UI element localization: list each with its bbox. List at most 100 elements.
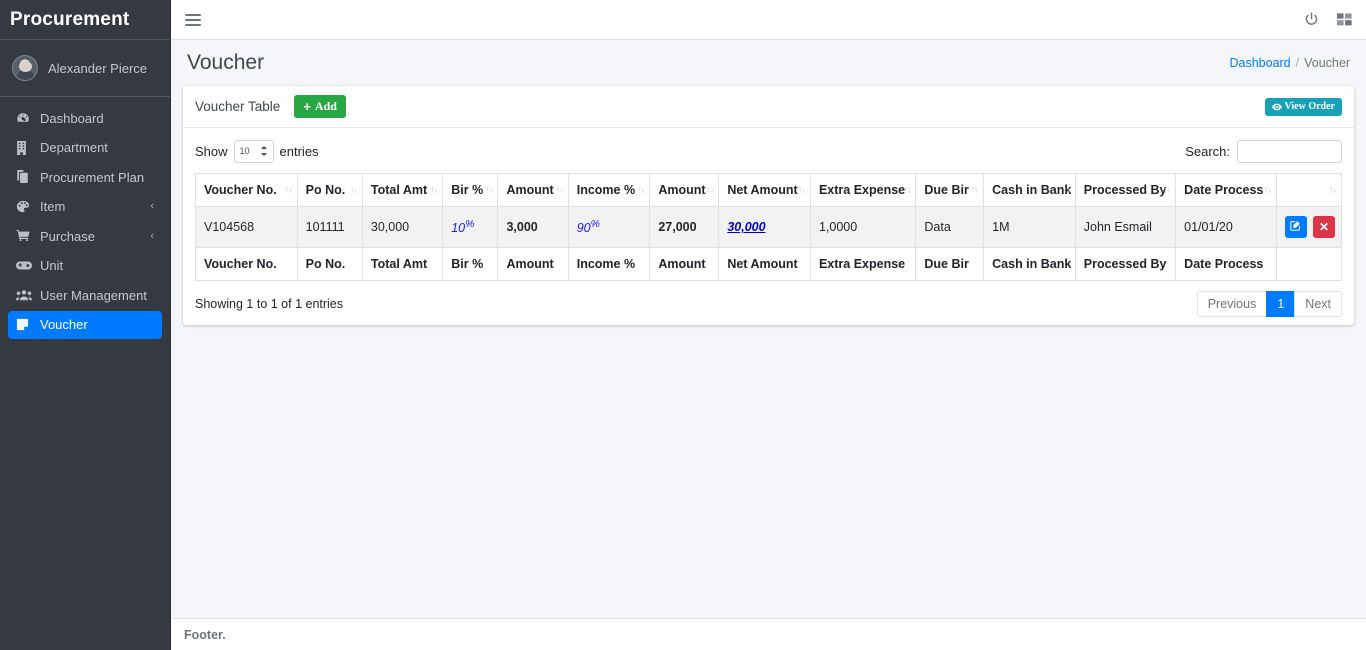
sidebar-nav: Dashboard Department Procurement Plan It… xyxy=(0,97,170,339)
net-amount-value: 30,000 xyxy=(727,220,766,235)
sort-icon: ↑↓ xyxy=(1163,184,1171,195)
col-header-income-pct[interactable]: Income % ↑↓ xyxy=(567,173,651,208)
col-header-total-amt[interactable]: Total Amt ↑↓ xyxy=(361,173,444,208)
edit-button[interactable] xyxy=(1284,216,1307,239)
col-label: Cash in Bank xyxy=(992,183,1072,198)
sticky-note-icon xyxy=(16,318,35,332)
foot-extra-expense: Extra Expense xyxy=(809,247,917,282)
add-button[interactable]: + Add xyxy=(294,95,346,119)
sort-icon: ↑↓ xyxy=(797,184,806,195)
bir-pct-sup: % xyxy=(465,219,475,231)
palette-icon xyxy=(16,200,35,214)
sort-icon: ↑↓ xyxy=(349,184,358,195)
add-button-label: Add xyxy=(314,99,337,114)
col-header-bir-pct[interactable]: Bir % ↑↓ xyxy=(442,173,499,208)
col-header-due-bir[interactable]: Due Bir ↑↓ xyxy=(915,173,985,208)
table-row[interactable]: V104568 101111 30,000 10% 3,000 90% 27,0… xyxy=(195,206,1343,249)
sidebar-item-purchase[interactable]: Purchase ‹ xyxy=(8,222,162,250)
search-control: Search: xyxy=(1185,139,1342,163)
datatable-info: Showing 1 to 1 of 1 entries xyxy=(195,297,344,312)
cell-voucher-no: V104568 xyxy=(195,206,298,249)
page-length-select-wrap: 10 25 50 100 xyxy=(233,139,274,163)
layers-icon xyxy=(16,170,35,184)
footer-text: Footer. xyxy=(184,627,226,642)
voucher-card: Voucher Table + Add View Order Show 10 e… xyxy=(183,86,1354,326)
close-x-icon: ✕ xyxy=(1319,219,1330,234)
col-label: Extra Expense xyxy=(818,183,906,198)
sort-icon: ↑↓ xyxy=(555,184,564,195)
cell-amount-2: 27,000 xyxy=(649,206,720,249)
hamburger-icon[interactable] xyxy=(183,10,203,30)
col-header-extra-expense[interactable]: Extra Expense ↑↓ xyxy=(809,173,917,208)
length-control: Show 10 25 50 100 entries xyxy=(195,139,319,163)
col-header-cash-in-bank[interactable]: Cash in Bank ↑↓ xyxy=(983,173,1076,208)
chevron-left-icon: ‹ xyxy=(150,200,154,212)
breadcrumb: Dashboard / Voucher xyxy=(1229,56,1350,70)
sidebar-item-voucher[interactable]: Voucher xyxy=(8,310,162,339)
sidebar-item-procurement-plan[interactable]: Procurement Plan xyxy=(8,163,162,191)
pagination-previous[interactable]: Previous xyxy=(1196,291,1268,318)
col-header-po-no[interactable]: Po No. ↑↓ xyxy=(296,173,363,208)
foot-voucher-no: Voucher No. xyxy=(195,247,298,282)
tachometer-icon xyxy=(16,111,35,125)
foot-amount: Amount xyxy=(497,247,569,282)
col-header-voucher-no[interactable]: Voucher No. ↑↓ xyxy=(195,173,298,208)
building-icon xyxy=(16,140,35,155)
sort-icon: ↑↓ xyxy=(971,184,979,195)
sidebar-item-label: Unit xyxy=(40,258,64,273)
sort-icon: ↑↓ xyxy=(284,184,293,195)
foot-amount-2: Amount xyxy=(649,247,720,282)
card-body: Show 10 25 50 100 entries xyxy=(183,128,1354,325)
search-input[interactable] xyxy=(1237,139,1342,163)
brand-logo[interactable]: Procurement xyxy=(0,0,170,40)
sort-icon: ↑↓ xyxy=(485,184,493,195)
sort-icon: ↑↓ xyxy=(637,184,645,195)
col-label: Date Process xyxy=(1184,183,1264,198)
table-footer-row: Voucher No. Po No. Total Amt Bir % Amoun… xyxy=(195,247,1343,282)
avatar xyxy=(12,55,38,81)
foot-net-amount: Net Amount xyxy=(718,247,811,282)
cell-processed-by: John Esmail xyxy=(1074,206,1177,249)
col-header-date-process[interactable]: Date Process ↑↓ xyxy=(1175,173,1277,208)
col-header-net-amount[interactable]: Net Amount ↑↓ xyxy=(718,173,811,208)
cell-date-process: 01/01/20 xyxy=(1175,206,1277,249)
power-icon[interactable] xyxy=(1304,12,1319,27)
cell-total-amt: 30,000 xyxy=(361,206,444,249)
pagination-page-1[interactable]: 1 xyxy=(1266,291,1296,318)
page-length-select[interactable]: 10 25 50 100 xyxy=(233,139,274,163)
sidebar-item-dashboard[interactable]: Dashboard xyxy=(8,104,162,132)
user-panel[interactable]: Alexander Pierce xyxy=(0,40,170,97)
sidebar-item-item[interactable]: Item ‹ xyxy=(8,193,162,221)
cell-extra-expense: 1,0000 xyxy=(809,206,917,249)
col-label: Net Amount xyxy=(727,183,798,198)
foot-total-amt: Total Amt xyxy=(361,247,444,282)
sidebar-item-unit[interactable]: Unit xyxy=(8,252,162,280)
col-header-actions[interactable]: ↑↓ xyxy=(1275,173,1343,208)
content-wrapper: Voucher Dashboard / Voucher Voucher Tabl… xyxy=(171,0,1366,650)
view-order-button[interactable]: View Order xyxy=(1264,97,1342,116)
entries-label: entries xyxy=(279,143,319,159)
sidebar-item-label: Voucher xyxy=(40,317,88,332)
breadcrumb-dashboard-link[interactable]: Dashboard xyxy=(1229,56,1290,70)
sort-icon: ↑↓ xyxy=(706,184,714,195)
col-header-amount-2[interactable]: Amount ↑↓ xyxy=(649,173,720,208)
col-label: Amount xyxy=(658,183,706,198)
sidebar-item-department[interactable]: Department xyxy=(8,134,162,162)
top-navbar xyxy=(171,0,1366,40)
content-header: Voucher Dashboard / Voucher xyxy=(171,40,1366,86)
app-root: Procurement Alexander Pierce Dashboard D… xyxy=(0,0,1366,650)
th-large-icon[interactable] xyxy=(1337,12,1352,27)
foot-actions xyxy=(1275,247,1343,282)
shopping-cart-icon xyxy=(16,229,35,243)
cell-due-bir: Data xyxy=(915,206,985,249)
col-header-amount[interactable]: Amount ↑↓ xyxy=(497,173,569,208)
foot-due-bir: Due Bir xyxy=(915,247,985,282)
sort-icon: ↑↓ xyxy=(903,184,911,195)
datatable-controls: Show 10 25 50 100 entries xyxy=(195,138,1342,164)
delete-button[interactable]: ✕ xyxy=(1313,216,1336,239)
sidebar-item-user-management[interactable]: User Management xyxy=(8,281,162,309)
pagination-next[interactable]: Next xyxy=(1294,291,1342,318)
chevron-left-icon: ‹ xyxy=(150,229,154,242)
col-header-processed-by[interactable]: Processed By ↑↓ xyxy=(1074,173,1177,208)
sidebar-item-label: Item xyxy=(40,199,66,214)
